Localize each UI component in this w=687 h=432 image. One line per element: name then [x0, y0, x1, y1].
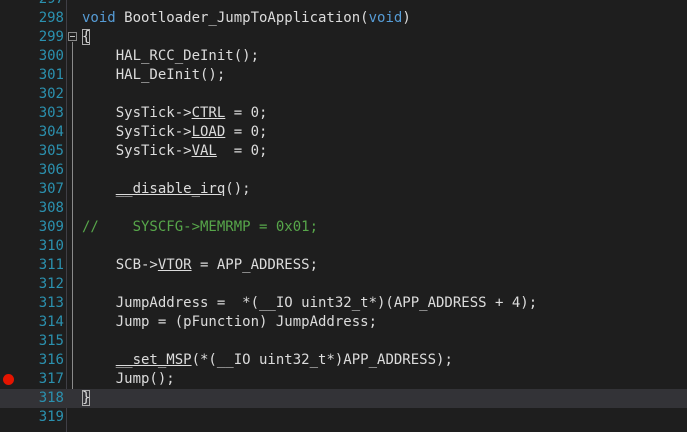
- code-text[interactable]: SCB->VTOR = APP_ADDRESS;: [82, 256, 318, 275]
- code-text[interactable]: void Bootloader_JumpToApplication(void): [82, 9, 411, 28]
- code-line[interactable]: 306: [0, 161, 687, 180]
- code-token: HAL_DeInit();: [82, 67, 226, 83]
- line-number: 311: [38, 257, 64, 273]
- line-number: 312: [38, 276, 64, 292]
- code-text[interactable]: SysTick->LOAD = 0;: [82, 123, 268, 142]
- line-number: 299: [38, 29, 64, 45]
- code-token: VAL: [191, 143, 217, 159]
- code-token: }: [82, 390, 91, 406]
- line-number: 309: [38, 219, 64, 235]
- code-token: ();: [225, 181, 251, 197]
- code-line[interactable]: 319: [0, 408, 687, 427]
- code-line[interactable]: 316 __set_MSP(*(__IO uint32_t*)APP_ADDRE…: [0, 351, 687, 370]
- line-number: 302: [38, 86, 64, 102]
- code-token: ): [402, 10, 411, 26]
- code-token: Jump = (pFunction) JumpAddress;: [82, 314, 378, 330]
- code-line[interactable]: 303 SysTick->CTRL = 0;: [0, 104, 687, 123]
- line-number: 310: [38, 238, 64, 254]
- code-token: __disable_irq: [115, 181, 226, 197]
- code-token: VTOR: [157, 257, 192, 273]
- code-line[interactable]: 313 JumpAddress = *(__IO uint32_t*)(APP_…: [0, 294, 687, 313]
- code-line[interactable]: 298 void Bootloader_JumpToApplication(voi…: [0, 9, 687, 28]
- code-line[interactable]: 309 // SYSCFG->MEMRMP = 0x01;: [0, 218, 687, 237]
- line-number: 313: [38, 295, 64, 311]
- code-text[interactable]: JumpAddress = *(__IO uint32_t*)(APP_ADDR…: [82, 294, 537, 313]
- line-number: 303: [38, 105, 64, 121]
- line-number: 314: [38, 314, 64, 330]
- code-token: JumpAddress = *(__IO uint32_t*)(APP_ADDR…: [82, 295, 538, 311]
- code-text[interactable]: Jump();: [82, 370, 175, 389]
- code-text[interactable]: SysTick->CTRL = 0;: [82, 104, 268, 123]
- code-token: CTRL: [191, 105, 226, 121]
- code-token: SysTick->: [82, 105, 192, 121]
- code-text[interactable]: __disable_irq();: [82, 180, 251, 199]
- code-line[interactable]: 300 HAL_RCC_DeInit();: [0, 47, 687, 66]
- code-line[interactable]: 299 {: [0, 28, 687, 47]
- code-lines: 297298 void Bootloader_JumpToApplication(…: [0, 0, 687, 427]
- code-line[interactable]: 312: [0, 275, 687, 294]
- line-number: 304: [38, 124, 64, 140]
- line-number: 315: [38, 333, 64, 349]
- code-token: (*(__IO uint32_t*)APP_ADDRESS);: [191, 352, 453, 368]
- code-text[interactable]: __set_MSP(*(__IO uint32_t*)APP_ADDRESS);: [82, 351, 453, 370]
- code-token: HAL_RCC_DeInit();: [82, 48, 260, 64]
- code-text[interactable]: SysTick->VAL = 0;: [82, 142, 268, 161]
- line-number: 306: [38, 162, 64, 178]
- line-number: 305: [38, 143, 64, 159]
- line-number: 317: [38, 371, 64, 387]
- line-number: 297: [0, 0, 64, 9]
- code-token: = 0;: [225, 105, 268, 121]
- line-number: 308: [38, 200, 64, 216]
- code-token: {: [82, 29, 91, 45]
- code-token: SysTick->: [82, 124, 192, 140]
- line-number: 319: [38, 409, 64, 425]
- code-token: Jump();: [82, 371, 175, 387]
- line-number: 318: [38, 390, 64, 406]
- code-text[interactable]: HAL_DeInit();: [82, 66, 226, 85]
- keyword-token: void: [368, 10, 403, 26]
- code-line[interactable]: 318}: [0, 389, 687, 408]
- code-token: LOAD: [191, 124, 226, 140]
- code-line[interactable]: 302: [0, 85, 687, 104]
- code-text[interactable]: {: [82, 28, 91, 47]
- code-line[interactable]: 311 SCB->VTOR = APP_ADDRESS;: [0, 256, 687, 275]
- code-line[interactable]: 297: [0, 0, 687, 9]
- line-number: 298: [38, 10, 64, 26]
- code-line[interactable]: 307 __disable_irq();: [0, 180, 687, 199]
- code-token: __set_MSP: [115, 352, 192, 368]
- line-number: 316: [38, 352, 64, 368]
- line-number: 307: [38, 181, 64, 197]
- code-line[interactable]: 308: [0, 199, 687, 218]
- code-line[interactable]: 315: [0, 332, 687, 351]
- code-token: SCB->: [82, 257, 158, 273]
- code-line[interactable]: 304 SysTick->LOAD = 0;: [0, 123, 687, 142]
- code-text[interactable]: Jump = (pFunction) JumpAddress;: [82, 313, 377, 332]
- code-line[interactable]: 310: [0, 237, 687, 256]
- code-token: = 0;: [216, 143, 268, 159]
- code-editor[interactable]: 297298 void Bootloader_JumpToApplication(…: [0, 0, 687, 432]
- keyword-token: void: [82, 10, 116, 26]
- code-line[interactable]: 314 Jump = (pFunction) JumpAddress;: [0, 313, 687, 332]
- comment-token: // SYSCFG->MEMRMP = 0x01;: [82, 219, 319, 235]
- code-line[interactable]: 317 Jump();: [0, 370, 687, 389]
- code-line[interactable]: 301 HAL_DeInit();: [0, 66, 687, 85]
- line-number: 300: [38, 48, 64, 64]
- code-token: SysTick->: [82, 143, 192, 159]
- code-token: Bootloader_JumpToApplication(: [115, 10, 369, 26]
- collapse-icon[interactable]: [68, 32, 77, 41]
- code-line[interactable]: 305 SysTick->VAL = 0;: [0, 142, 687, 161]
- code-text[interactable]: HAL_RCC_DeInit();: [82, 47, 259, 66]
- code-text[interactable]: }: [82, 389, 91, 408]
- code-token: = 0;: [225, 124, 268, 140]
- line-number: 301: [38, 67, 64, 83]
- code-token: = APP_ADDRESS;: [191, 257, 319, 273]
- code-text[interactable]: // SYSCFG->MEMRMP = 0x01;: [82, 218, 318, 237]
